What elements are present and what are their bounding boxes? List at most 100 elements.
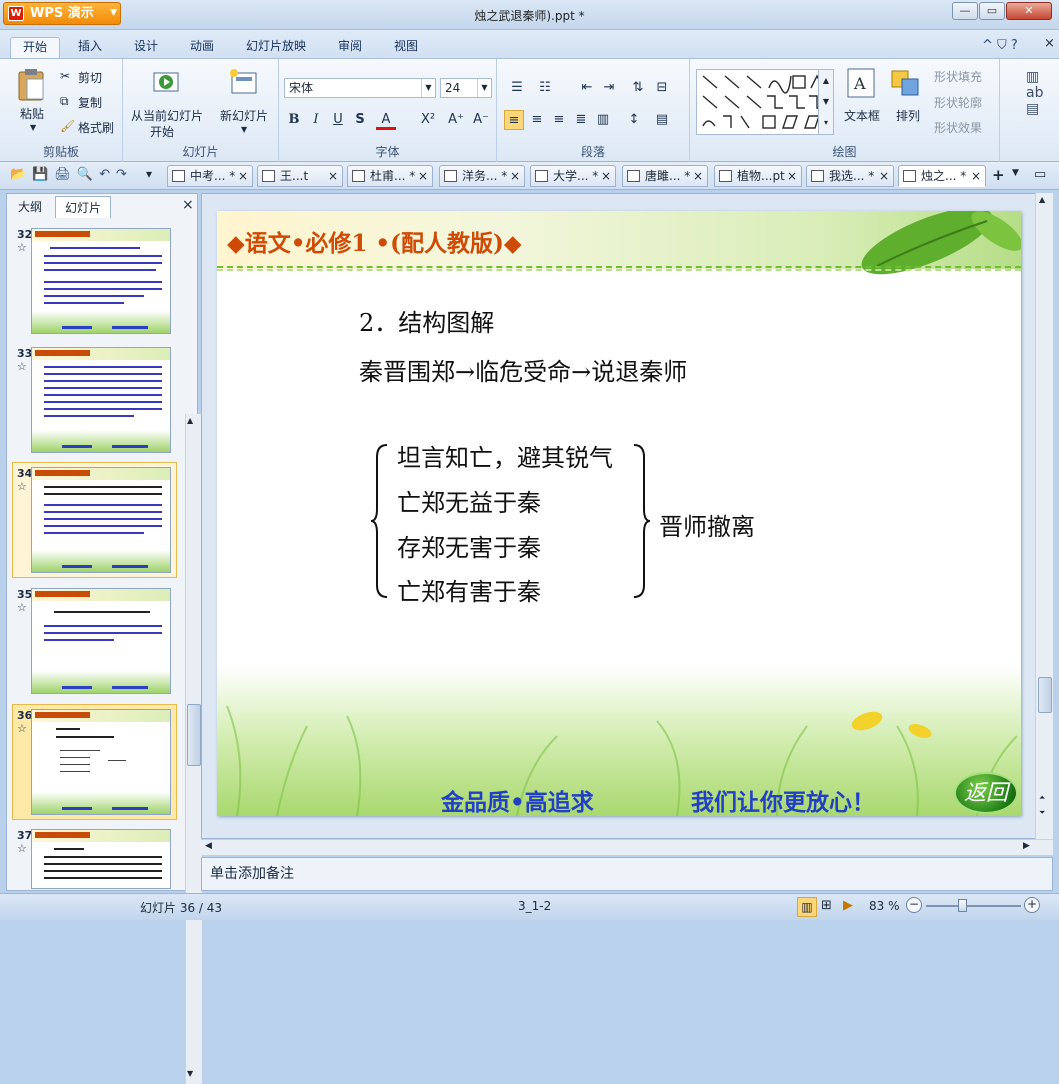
zoom-in-button[interactable]: + [1024, 897, 1040, 913]
doc-tab[interactable]: 洋务... * × [439, 165, 525, 187]
tab-design[interactable]: 设计 [122, 37, 170, 58]
paste-button[interactable]: 粘贴 [20, 105, 44, 122]
scroll-left-icon[interactable]: ◀ [205, 841, 212, 851]
footer-right-text[interactable]: 我们让你更放心！ [691, 783, 875, 816]
doc-tab[interactable]: 植物...pt × [714, 165, 802, 187]
footer-left-text[interactable]: 金品质•高追求 [441, 783, 594, 816]
new-tab-icon[interactable]: + [992, 166, 1005, 184]
close-icon[interactable]: × [879, 166, 889, 186]
shapes-gallery[interactable] [696, 69, 834, 135]
line-spacing-icon[interactable]: ↕ [624, 110, 644, 130]
zoom-out-button[interactable]: − [906, 897, 922, 913]
close-icon[interactable]: × [510, 166, 520, 186]
new-slide-button[interactable]: 新幻灯片 [220, 107, 268, 124]
doc-tab[interactable]: 杜甫... * × [347, 165, 433, 187]
tab-outline[interactable]: 大纲 [9, 196, 51, 218]
close-doc-icon[interactable]: × [1044, 36, 1055, 51]
slide-thumbnail[interactable] [31, 829, 171, 889]
brace-item[interactable]: 存郑无害于秦 [397, 528, 541, 563]
maximize-button[interactable]: ▭ [979, 2, 1005, 20]
columns-icon[interactable]: ▤ [652, 110, 672, 130]
qat-customize-icon[interactable]: ▾ [146, 167, 152, 181]
font-grow-icon[interactable]: A⁺ [446, 110, 466, 130]
slide-thumbnail[interactable] [31, 347, 171, 453]
cut-icon[interactable]: ✂ [60, 69, 70, 83]
tab-animation[interactable]: 动画 [178, 37, 226, 58]
brace-item[interactable]: 亡郑无益于秦 [397, 483, 541, 518]
doc-tab-active[interactable]: 烛之... * × [898, 165, 986, 187]
tab-home[interactable]: 开始 [10, 37, 61, 58]
cut-button[interactable]: 剪切 [78, 69, 102, 86]
align-left-button[interactable]: ≡ [504, 110, 524, 130]
close-icon[interactable]: × [693, 166, 703, 186]
align-center-button[interactable]: ≡ [527, 110, 547, 130]
close-icon[interactable]: × [238, 166, 248, 186]
paste-icon[interactable] [16, 67, 48, 103]
close-icon[interactable]: × [601, 166, 611, 186]
font-color-icon[interactable]: A [376, 110, 396, 130]
bold-button[interactable]: B [284, 110, 304, 130]
slide-canvas[interactable]: ◆语文•必修1 •(配人教版)◆ 2．结构图解 秦晋围郑→临危受命→说退秦师 坦… [217, 211, 1021, 816]
normal-view-icon[interactable]: ▥ [797, 897, 817, 917]
ribbon-help-icons[interactable]: ^ ⛉ ? [982, 38, 1018, 53]
scroll-down-icon[interactable]: ▼ [187, 1069, 193, 1078]
increase-indent-icon[interactable]: ⇥ [599, 78, 619, 98]
shape-outline-button[interactable]: 形状轮廓 [934, 94, 982, 111]
next-slide-icon[interactable]: ⏷ [1039, 808, 1045, 818]
arrange-icon[interactable] [890, 67, 922, 99]
close-icon[interactable]: × [418, 166, 428, 186]
shape-effects-button[interactable]: 形状效果 [934, 119, 982, 136]
slides-pane-scrollbar[interactable]: ▲ ▼ [185, 414, 202, 1084]
shapes-gallery-scroll[interactable]: ▲ ▼ ▾ [818, 69, 834, 135]
text-direction-icon[interactable]: ⇅ [628, 78, 648, 98]
font-shrink-icon[interactable]: A⁻ [471, 110, 491, 130]
minimize-button[interactable]: — [952, 2, 978, 20]
align-right-button[interactable]: ≡ [549, 110, 569, 130]
textbox-button[interactable]: 文本框 [844, 107, 880, 124]
doc-tab[interactable]: 唐雎... * × [622, 165, 708, 187]
copy-button[interactable]: 复制 [78, 94, 102, 111]
zoom-level[interactable]: 83 % [869, 899, 900, 913]
decrease-indent-icon[interactable]: ⇤ [577, 78, 597, 98]
text-shadow-button[interactable]: S [350, 110, 370, 130]
format-painter-icon[interactable]: 🖌 [60, 119, 75, 133]
slide-flow-text[interactable]: 秦晋围郑→临危受命→说退秦师 [359, 352, 687, 387]
font-name-select[interactable]: 宋体 ▼ [284, 78, 436, 98]
tab-review[interactable]: 审阅 [326, 37, 374, 58]
slide-heading[interactable]: 2．结构图解 [359, 303, 494, 338]
scroll-right-icon[interactable]: ▶ [1023, 841, 1030, 851]
tab-slideshow[interactable]: 幻灯片放映 [234, 37, 318, 58]
slide-thumbnail[interactable] [31, 228, 171, 334]
tab-insert[interactable]: 插入 [66, 37, 114, 58]
slide-thumbnail-selected[interactable] [31, 709, 171, 815]
close-pane-icon[interactable]: × [182, 197, 194, 213]
more-tools-icon[interactable]: ▥ ab ▤ [1026, 69, 1043, 117]
editor-vertical-scrollbar[interactable]: ▲ ⏶ ⏷ [1035, 193, 1053, 839]
zoom-slider-thumb[interactable] [958, 899, 967, 912]
shape-fill-button[interactable]: 形状填充 [934, 68, 982, 85]
close-icon[interactable]: × [971, 166, 981, 186]
format-painter-button[interactable]: 格式刷 [78, 119, 114, 136]
zoom-slider[interactable] [926, 905, 1021, 907]
window-layout-icon[interactable]: ▭ [1034, 167, 1046, 182]
justify-button[interactable]: ≣ [571, 110, 591, 130]
brace-result[interactable]: 晋师撤离 [659, 507, 755, 542]
chevron-down-icon[interactable]: ▼ [30, 123, 36, 132]
brace-item[interactable]: 亡郑有害于秦 [397, 572, 541, 607]
doc-tab[interactable]: 中考... * × [167, 165, 253, 187]
scroll-thumb[interactable] [1038, 677, 1052, 713]
slide-thumbnail[interactable] [31, 588, 171, 694]
tab-view[interactable]: 视图 [382, 37, 430, 58]
play-from-current-button[interactable]: 从当前幻灯片 [131, 107, 203, 124]
doc-tab[interactable]: 大学... * × [530, 165, 616, 187]
close-window-button[interactable]: ✕ [1006, 2, 1052, 20]
align-text-icon[interactable]: ⊟ [652, 78, 672, 98]
copy-icon[interactable]: ⧉ [60, 94, 69, 109]
notes-pane[interactable]: 单击添加备注 [201, 857, 1053, 891]
brace-item[interactable]: 坦言知亡，避其锐气 [397, 438, 613, 473]
close-icon[interactable]: × [328, 166, 338, 186]
quick-access-icons[interactable]: 📂💾🖨🔍↶↷ [10, 167, 133, 182]
editor-horizontal-scrollbar[interactable]: ◀ ▶ [201, 839, 1053, 855]
bullets-icon[interactable]: ☰ [507, 78, 527, 98]
slideshow-view-icon[interactable]: ▶ [843, 898, 853, 913]
